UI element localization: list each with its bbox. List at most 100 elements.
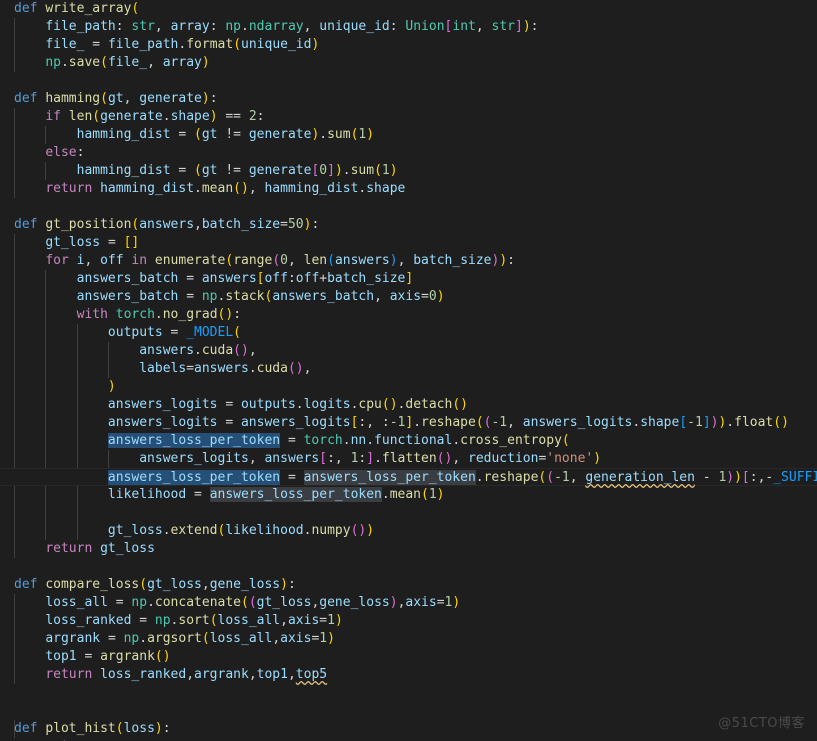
token-variable: loss [123,721,155,736]
token-method: extend [170,523,218,538]
code-line[interactable]: def compare_loss(gt_loss,gene_loss): [0,576,817,594]
token-bracket: ) [311,37,320,52]
code-line[interactable]: outputs = _MODEL( [0,324,817,342]
token-bracket: ) [726,470,735,485]
token-op: = [107,631,116,646]
code-line-blank[interactable] [0,702,817,720]
code-line-blank[interactable] [0,684,817,702]
code-line[interactable]: if len(generate.shape) == 2: [0,108,817,126]
token-method: format [186,37,234,52]
token-punct: . [248,361,257,376]
token-type: int [452,19,476,34]
token-punct: :, : [358,415,390,430]
code-line[interactable]: return hamming_dist.mean(), hamming_dist… [0,180,817,198]
token-op: = [194,487,202,502]
code-line[interactable]: file_ = file_path.format(unique_id) [0,36,817,54]
token-occurrence[interactable]: answers_loss_per_token [209,487,382,502]
token-bracket: ) [209,109,218,124]
code-line[interactable]: loss_ranked = np.sort(loss_all,axis=1) [0,612,817,630]
code-content[interactable]: def write_array( file_path: str, array: … [0,0,817,741]
token-bracket: ) [436,289,445,304]
token-variable: hamming_dist [100,181,195,196]
token-variable: reduction [468,451,539,466]
code-line[interactable]: for i, off in enumerate(range(0, len(ans… [0,252,817,270]
token-occurrence[interactable]: answers_loss_per_token [303,470,476,485]
token-keyword: def [14,1,38,16]
token-variable: labels [139,361,187,376]
code-line[interactable]: np.save(file_, array) [0,54,817,72]
code-line[interactable]: gt_loss = [] [0,234,817,252]
code-line[interactable]: answers_logits = outputs.logits.cpu().de… [0,396,817,414]
token-bracket: [] [123,235,140,250]
code-line[interactable]: hamming_dist = (gt != generate[0]).sum(1… [0,162,817,180]
token-variable: argrank [194,667,249,682]
code-line[interactable]: answers_batch = np.stack(answers_batch, … [0,288,817,306]
code-line[interactable]: hamming_dist = (gt != generate).sum(1) [0,126,817,144]
code-line[interactable]: top1 = argrank() [0,648,817,666]
token-variable: answers_logits [139,451,249,466]
token-method: mean [201,181,234,196]
code-editor[interactable]: def write_array( file_path: str, array: … [0,0,817,741]
token-method: stack [225,289,265,304]
code-line[interactable]: answers_loss_per_token = torch.nn.functi… [0,432,817,450]
token-number: -1 [687,415,703,430]
token-selected-word[interactable]: answers_loss_per_token [107,470,281,485]
token-variable: loss_all [45,595,108,610]
code-line[interactable]: answers.cuda(), [0,342,817,360]
code-line[interactable]: return loss_ranked,argrank,top1,top5 [0,666,817,684]
token-bracket: () [217,307,234,322]
token-variable: generate [248,163,312,178]
code-line-blank[interactable] [0,72,817,90]
token-punct: , [507,415,523,430]
token-variable: file_ [107,55,148,70]
code-line[interactable]: answers_batch = answers[off:off+batch_si… [0,270,817,288]
code-line[interactable]: answers_logits = answers_logits[:, :-1].… [0,414,817,432]
code-line[interactable]: argrank = np.argsort(loss_all,axis=1) [0,630,817,648]
code-line-blank[interactable] [0,504,817,522]
token-type: str [491,19,515,34]
token-bracket: ) [107,379,116,394]
token-punct: , [84,253,101,268]
token-bracket: ( [194,127,202,142]
code-line[interactable]: file_path: str, array: np.ndarray, uniqu… [0,18,817,36]
token-method: reshape [421,415,476,430]
token-error-generation-len: generation_len [585,470,695,485]
code-line[interactable]: gt_loss.extend(likelihood.numpy()) [0,522,817,540]
code-line[interactable]: def hamming(gt, generate): [0,90,817,108]
token-function: hamming [45,91,101,106]
token-punct: , [123,91,140,106]
code-line[interactable]: with torch.no_grad(): [0,306,817,324]
token-punct: , [569,470,586,485]
code-line-current[interactable]: answers_loss_per_token = answers_loss_pe… [0,468,817,486]
token-property: shape [640,415,680,430]
code-line[interactable]: def plot_hist(loss): [0,720,817,738]
token-bracket: ) [201,91,210,106]
token-op: = [421,289,429,304]
code-line[interactable]: ) [0,378,817,396]
token-punct: . [452,433,461,448]
token-string: 'none' [546,451,594,466]
token-op: = [92,37,101,52]
code-line[interactable]: labels=answers.cuda(), [0,360,817,378]
code-line[interactable]: answers_logits, answers[:, 1:].flatten()… [0,450,817,468]
token-variable: loss_ranked [45,613,132,628]
code-line-blank[interactable] [0,558,817,576]
token-punct: , [280,613,288,628]
code-line[interactable]: loss_all = np.concatenate((gt_loss,gene_… [0,594,817,612]
token-punct: . [162,523,171,538]
token-punct: , [201,577,210,592]
token-bracket: ( [225,253,234,268]
token-bracket: ( [92,109,101,124]
token-builtin: len [303,253,328,268]
code-line[interactable]: else: [0,144,817,162]
code-line-blank[interactable] [0,198,817,216]
token-punct: , [475,19,492,34]
token-selected-word[interactable]: answers_loss_per_token [107,433,281,448]
code-line[interactable]: def gt_position(answers,batch_size=50): [0,216,817,234]
token-punct: , [194,217,202,232]
code-line[interactable]: likelihood = answers_loss_per_token.mean… [0,486,817,504]
token-punct: :, [749,470,766,485]
token-variable: unique_id [319,19,390,34]
code-line[interactable]: return gt_loss [0,540,817,558]
code-line[interactable]: def write_array( [0,0,817,18]
